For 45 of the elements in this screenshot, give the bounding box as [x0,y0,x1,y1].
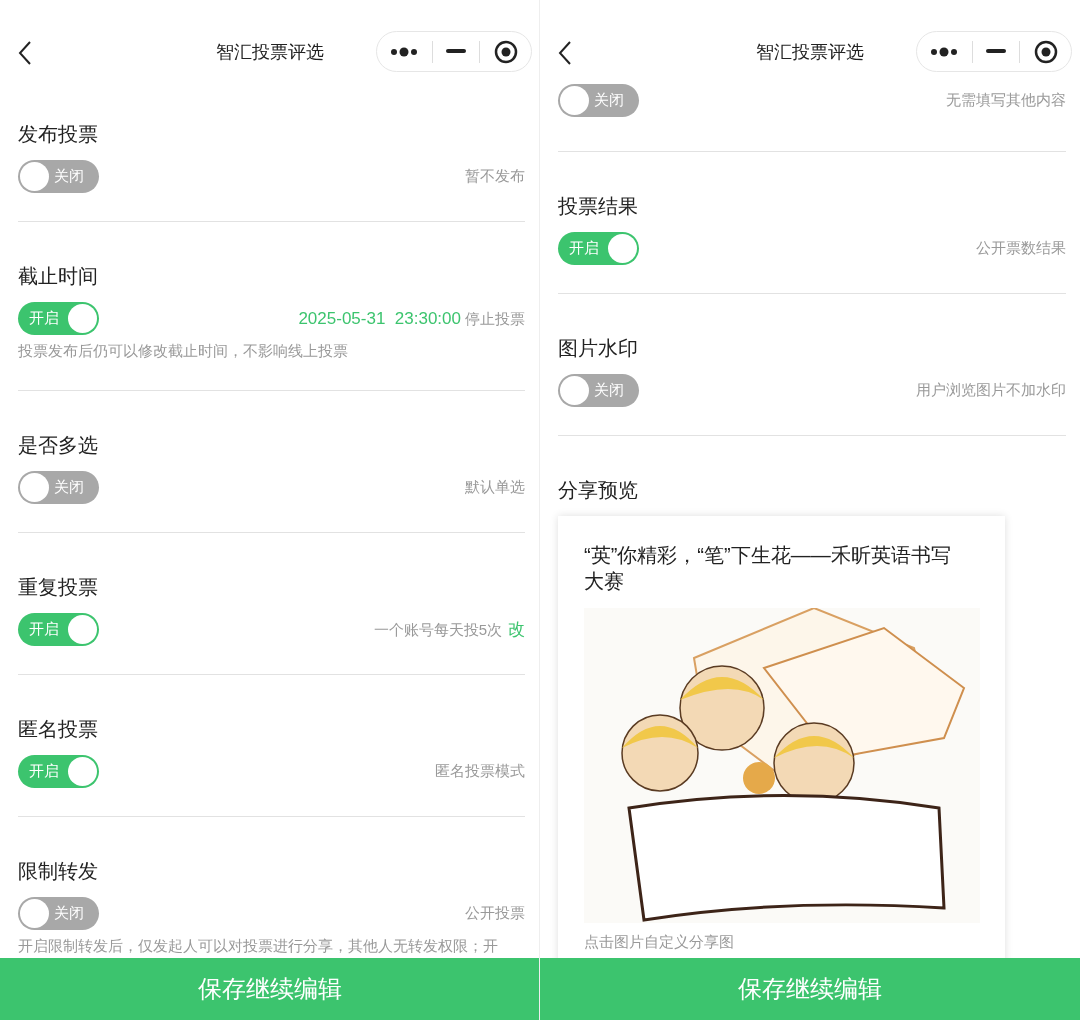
setting-title: 发布投票 [18,122,98,147]
status-text: 暂不发布 [465,167,525,186]
minimize-icon[interactable] [446,49,466,54]
deadline-value[interactable]: 2025-05-31 23:30:00 [298,308,461,329]
toggle-switch[interactable]: 开启 [18,302,99,335]
setting-title: 重复投票 [18,575,98,600]
status-text: 公开投票 [465,904,525,923]
back-icon[interactable] [18,40,32,66]
toggle-switch[interactable]: 开启 [18,613,99,646]
close-icon[interactable] [1033,39,1058,64]
window-title: 智汇投票评选 [756,41,864,64]
more-icon[interactable] [390,46,419,57]
section-title: 分享预览 [558,478,638,503]
toggle-switch[interactable]: 开启 [558,232,639,265]
toggle-switch[interactable]: 关闭 [558,374,639,407]
status-text: 用户浏览图片不加水印 [916,381,1066,400]
toggle-switch[interactable]: 关闭 [558,84,639,117]
status-text: 停止投票 [465,309,525,329]
more-icon[interactable] [930,46,959,57]
status-text: 公开票数结果 [976,239,1066,258]
edit-link[interactable]: 改 [508,618,525,641]
save-button[interactable]: 保存继续编辑 [0,958,539,1020]
back-icon[interactable] [558,40,572,66]
status-text: 一个账号每天投5次 [373,621,502,640]
toggle-switch[interactable]: 开启 [18,755,99,788]
setting-title: 投票结果 [558,194,638,219]
hint-text: 开启限制转发后，仅发起人可以对投票进行分享，其他人无转发权限；开 [18,936,499,956]
share-title: “英”你精彩，“笔”下生花——禾昕英语书写大赛 [584,543,952,594]
close-icon[interactable] [493,39,518,64]
picture-caption: 点击图片自定义分享图 [584,933,734,952]
toggle-switch[interactable]: 关闭 [18,471,99,504]
hint-text: 投票发布后仍可以修改截止时间，不影响线上投票 [18,341,349,361]
minimize-icon[interactable] [986,49,1006,54]
window-title: 智汇投票评选 [215,41,324,64]
status-text: 匿名投票模式 [435,762,525,781]
setting-title: 图片水印 [558,336,638,361]
status-text: 默认单选 [465,478,525,497]
status-text: 无需填写其他内容 [946,91,1066,110]
setting-title: 限制转发 [18,859,98,884]
setting-title: 是否多选 [18,433,98,458]
setting-title: 截止时间 [18,264,98,289]
toggle-switch[interactable]: 关闭 [18,160,99,193]
save-button[interactable]: 保存继续编辑 [540,958,1080,1020]
setting-title: 匿名投票 [18,717,98,742]
toggle-switch[interactable]: 关闭 [18,897,99,930]
